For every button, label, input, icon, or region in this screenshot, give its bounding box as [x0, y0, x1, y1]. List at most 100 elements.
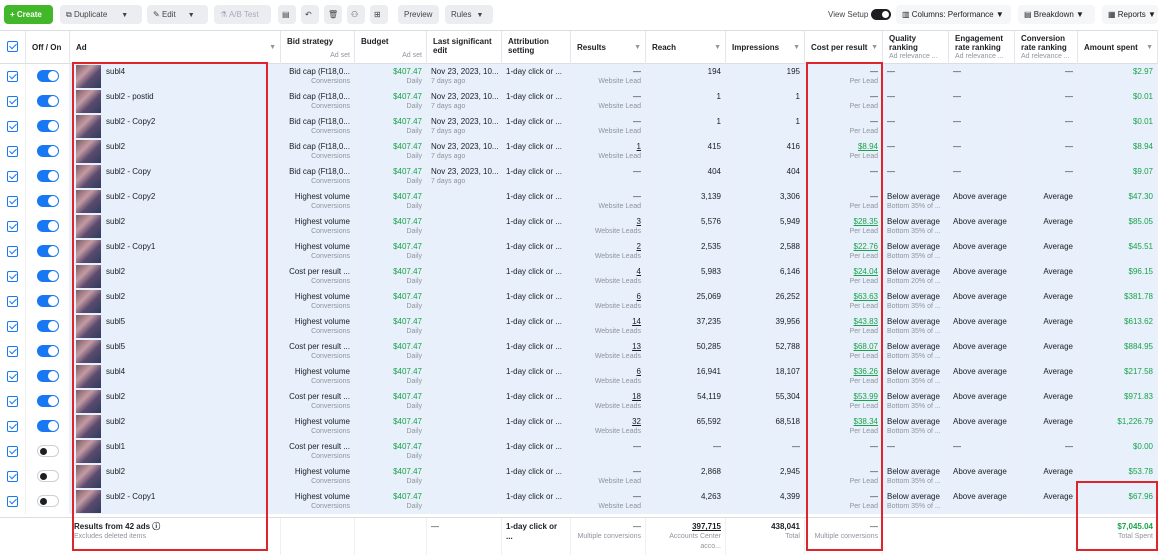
ad-name[interactable]: subl2 - postid — [106, 92, 154, 102]
cell-cpr-value[interactable]: $36.26 — [809, 367, 878, 377]
table-row[interactable]: subl2 Cost per result ... Conversions $407.… — [0, 389, 1158, 414]
row-checkbox[interactable] — [7, 71, 18, 82]
cell-res-value[interactable]: 14 — [575, 317, 641, 327]
ad-name[interactable]: subl2 - Copy1 — [106, 492, 155, 502]
ad-name[interactable]: subl2 - Copy2 — [106, 192, 155, 202]
people-icon[interactable]: ⚇ — [347, 5, 365, 24]
row-checkbox[interactable] — [7, 371, 18, 382]
cell-cpr-value[interactable]: $28.35 — [809, 217, 878, 227]
ad-cell[interactable]: subl2 — [70, 389, 281, 414]
ad-status-toggle[interactable] — [37, 120, 59, 132]
table-row[interactable]: subl2 Highest volume Conversions $407.47 Dai… — [0, 414, 1158, 439]
ad-name[interactable]: subl2 — [106, 292, 125, 302]
chevron-down-icon[interactable]: ▼ — [188, 12, 195, 19]
ad-name[interactable]: subl2 — [106, 267, 125, 277]
cell-cpr-value[interactable]: $22.76 — [809, 242, 878, 252]
ad-status-toggle[interactable] — [37, 320, 59, 332]
col-impressions[interactable]: Impressions ▼ — [726, 31, 805, 64]
cell-cpr-value[interactable]: $8.94 — [809, 142, 878, 152]
row-checkbox[interactable] — [7, 121, 18, 132]
cell-res-value[interactable]: 1 — [575, 142, 641, 152]
table-row[interactable]: subl4 Bid cap (Ft18,0... Conversions $407.4… — [0, 64, 1158, 89]
cell-cpr-value[interactable]: $24.04 — [809, 267, 878, 277]
ad-name[interactable]: subl2 — [106, 392, 125, 402]
reports-dropdown[interactable]: ▦ Reports ▼ — [1102, 5, 1158, 24]
ad-cell[interactable]: subl5 — [70, 314, 281, 339]
preview-button[interactable]: Preview — [398, 5, 439, 24]
select-all-checkbox[interactable] — [7, 41, 18, 52]
col-cost-per-result[interactable]: Cost per result ▼ — [805, 31, 883, 64]
table-row[interactable]: subl4 Highest volume Conversions $407.47 Dai… — [0, 364, 1158, 389]
cell-cpr-value[interactable]: $63.63 — [809, 292, 878, 302]
ad-cell[interactable]: subl2 — [70, 464, 281, 489]
row-checkbox[interactable] — [7, 221, 18, 232]
ad-status-toggle[interactable] — [37, 420, 59, 432]
ad-status-toggle[interactable] — [37, 220, 59, 232]
col-reach[interactable]: Reach ▼ — [646, 31, 726, 64]
ad-name[interactable]: subl2 - Copy — [106, 167, 151, 177]
ad-cell[interactable]: subl2 — [70, 139, 281, 164]
edit-button[interactable]: ✎ Edit ▼ — [147, 5, 208, 24]
row-checkbox[interactable] — [7, 321, 18, 332]
ad-cell[interactable]: subl2 — [70, 214, 281, 239]
ad-name[interactable]: subl1 — [106, 442, 125, 452]
col-budget[interactable]: Budget Ad set — [355, 31, 427, 64]
row-checkbox[interactable] — [7, 296, 18, 307]
row-checkbox[interactable] — [7, 146, 18, 157]
ad-status-toggle[interactable] — [37, 245, 59, 257]
ad-cell[interactable]: subl2 — [70, 414, 281, 439]
ad-status-toggle[interactable] — [37, 70, 59, 82]
row-checkbox[interactable] — [7, 171, 18, 182]
ad-cell[interactable]: subl2 — [70, 289, 281, 314]
ad-name[interactable]: subl4 — [106, 367, 125, 377]
col-bid-strategy[interactable]: Bid strategy Ad set — [281, 31, 355, 64]
archive-icon[interactable]: ▤ — [278, 5, 296, 24]
ad-status-toggle[interactable] — [37, 345, 59, 357]
ad-name[interactable]: subl2 - Copy1 — [106, 242, 155, 252]
table-row[interactable]: subl5 Cost per result ... Conversions $407.… — [0, 339, 1158, 364]
trash-icon[interactable]: 🗑 — [324, 5, 342, 24]
view-setup-toggle[interactable] — [871, 9, 891, 20]
col-conversion-ranking[interactable]: Conversion rate ranking Ad relevance ... — [1015, 31, 1078, 64]
cell-res-value[interactable]: 3 — [575, 217, 641, 227]
table-row[interactable]: subl2 - Copy Bid cap (Ft18,0... Conversion… — [0, 164, 1158, 189]
ad-status-toggle[interactable] — [37, 195, 59, 207]
table-row[interactable]: subl2 Highest volume Conversions $407.47 Dai… — [0, 464, 1158, 489]
row-checkbox[interactable] — [7, 471, 18, 482]
ad-status-toggle[interactable] — [37, 495, 59, 507]
cell-cpr-value[interactable]: $68.07 — [809, 342, 878, 352]
ad-status-toggle[interactable] — [37, 470, 59, 482]
cell-res-value[interactable]: 6 — [575, 367, 641, 377]
col-ad[interactable]: Ad ▼ — [70, 31, 281, 64]
ad-name[interactable]: subl2 — [106, 142, 125, 152]
table-row[interactable]: subl2 Highest volume Conversions $407.47 Dai… — [0, 214, 1158, 239]
cell-cpr-value[interactable]: $38.34 — [809, 417, 878, 427]
table-row[interactable]: subl2 Bid cap (Ft18,0... Conversions $407.4… — [0, 139, 1158, 164]
cell-res-value[interactable]: 2 — [575, 242, 641, 252]
row-checkbox[interactable] — [7, 496, 18, 507]
cell-res-value[interactable]: 18 — [575, 392, 641, 402]
ad-status-toggle[interactable] — [37, 370, 59, 382]
row-checkbox[interactable] — [7, 346, 18, 357]
ad-name[interactable]: subl2 — [106, 467, 125, 477]
ad-name[interactable]: subl5 — [106, 317, 125, 327]
col-offon[interactable]: Off / On — [26, 31, 70, 64]
ab-test-button[interactable]: ⚗ A/B Test — [214, 5, 271, 24]
ad-cell[interactable]: subl2 - postid — [70, 89, 281, 114]
ad-cell[interactable]: subl4 — [70, 364, 281, 389]
ad-name[interactable]: subl4 — [106, 67, 125, 77]
row-checkbox[interactable] — [7, 271, 18, 282]
cell-cpr-value[interactable]: $53.99 — [809, 392, 878, 402]
cell-res-value[interactable]: 32 — [575, 417, 641, 427]
ad-name[interactable]: subl2 — [106, 417, 125, 427]
table-row[interactable]: subl2 - Copy1 Highest volume Conversions $4… — [0, 489, 1158, 514]
ad-cell[interactable]: subl2 - Copy1 — [70, 489, 281, 514]
breakdown-dropdown[interactable]: ▤ Breakdown ▼ — [1018, 5, 1095, 24]
ad-name[interactable]: subl2 — [106, 217, 125, 227]
ad-status-toggle[interactable] — [37, 395, 59, 407]
ad-cell[interactable]: subl5 — [70, 339, 281, 364]
cell-res-value[interactable]: 4 — [575, 267, 641, 277]
table-row[interactable]: subl2 Highest volume Conversions $407.47 Dai… — [0, 289, 1158, 314]
ad-status-toggle[interactable] — [37, 145, 59, 157]
row-checkbox[interactable] — [7, 246, 18, 257]
